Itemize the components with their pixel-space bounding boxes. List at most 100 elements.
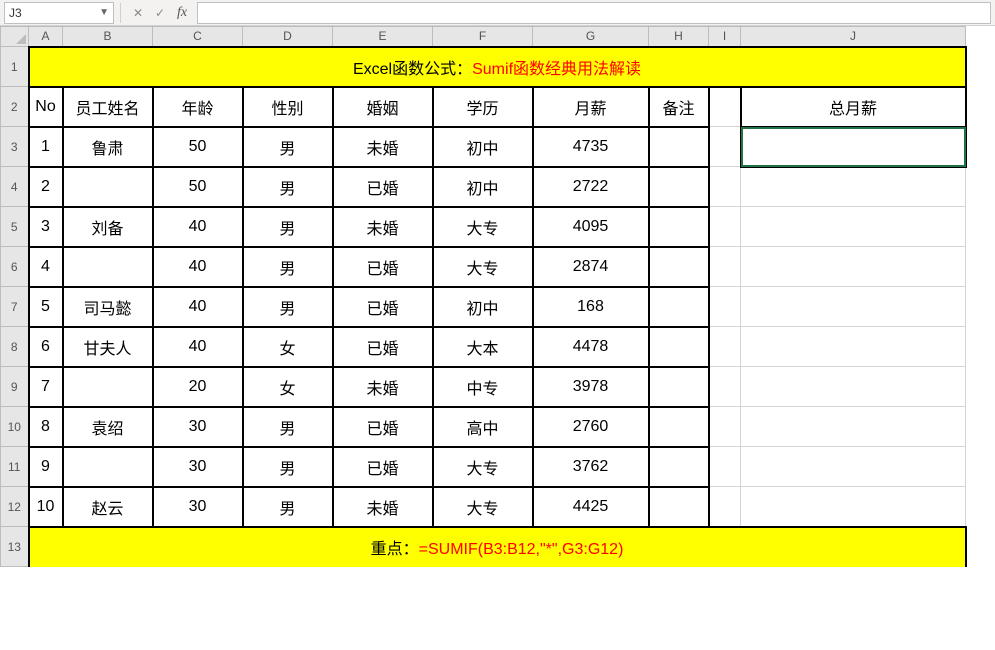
row-header-11[interactable]: 11 — [1, 447, 29, 487]
cell-age-6[interactable]: 40 — [153, 247, 243, 287]
row-header-5[interactable]: 5 — [1, 207, 29, 247]
col-header-D[interactable]: D — [243, 27, 333, 47]
cell-marital-11[interactable]: 已婚 — [333, 447, 433, 487]
cell-salary-8[interactable]: 4478 — [533, 327, 649, 367]
cell-name-3[interactable]: 鲁肃 — [63, 127, 153, 167]
cancel-formula-button[interactable]: ✕ — [127, 2, 149, 24]
cell-I4[interactable] — [709, 167, 741, 207]
row-header-13[interactable]: 13 — [1, 527, 29, 567]
row-header-1[interactable]: 1 — [1, 47, 29, 87]
cell-salary-9[interactable]: 3978 — [533, 367, 649, 407]
cell-salary-11[interactable]: 3762 — [533, 447, 649, 487]
cell-I11[interactable] — [709, 447, 741, 487]
cell-name-10[interactable]: 袁绍 — [63, 407, 153, 447]
col-header-B[interactable]: B — [63, 27, 153, 47]
cell-age-11[interactable]: 30 — [153, 447, 243, 487]
formula-input[interactable] — [197, 2, 991, 24]
cell-note-5[interactable] — [649, 207, 709, 247]
cell-marital-10[interactable]: 已婚 — [333, 407, 433, 447]
cell-age-12[interactable]: 30 — [153, 487, 243, 527]
cell-I3[interactable] — [709, 127, 741, 167]
cell-salary-7[interactable]: 168 — [533, 287, 649, 327]
hdr-note[interactable]: 备注 — [649, 87, 709, 127]
cell-edu-6[interactable]: 大专 — [433, 247, 533, 287]
cell-gender-9[interactable]: 女 — [243, 367, 333, 407]
row-header-2[interactable]: 2 — [1, 87, 29, 127]
cell-marital-12[interactable]: 未婚 — [333, 487, 433, 527]
cell-name-7[interactable]: 司马懿 — [63, 287, 153, 327]
cell-note-9[interactable] — [649, 367, 709, 407]
cell-salary-4[interactable]: 2722 — [533, 167, 649, 207]
cell-J6[interactable] — [741, 247, 966, 287]
cell-edu-11[interactable]: 大专 — [433, 447, 533, 487]
cell-J5[interactable] — [741, 207, 966, 247]
cell-no-12[interactable]: 10 — [29, 487, 63, 527]
cell-J11[interactable] — [741, 447, 966, 487]
cell-I10[interactable] — [709, 407, 741, 447]
row-header-6[interactable]: 6 — [1, 247, 29, 287]
cell-name-11[interactable] — [63, 447, 153, 487]
cell-name-4[interactable] — [63, 167, 153, 207]
cell-marital-7[interactable]: 已婚 — [333, 287, 433, 327]
row-header-8[interactable]: 8 — [1, 327, 29, 367]
cell-marital-8[interactable]: 已婚 — [333, 327, 433, 367]
cell-edu-7[interactable]: 初中 — [433, 287, 533, 327]
hdr-marital[interactable]: 婚姻 — [333, 87, 433, 127]
cell-age-3[interactable]: 50 — [153, 127, 243, 167]
cell-marital-9[interactable]: 未婚 — [333, 367, 433, 407]
cell-no-11[interactable]: 9 — [29, 447, 63, 487]
row-header-4[interactable]: 4 — [1, 167, 29, 207]
cell-salary-12[interactable]: 4425 — [533, 487, 649, 527]
cell-marital-6[interactable]: 已婚 — [333, 247, 433, 287]
row-header-3[interactable]: 3 — [1, 127, 29, 167]
cell-I7[interactable] — [709, 287, 741, 327]
cell-J9[interactable] — [741, 367, 966, 407]
cell-J8[interactable] — [741, 327, 966, 367]
cell-note-4[interactable] — [649, 167, 709, 207]
cell-marital-5[interactable]: 未婚 — [333, 207, 433, 247]
cell-age-5[interactable]: 40 — [153, 207, 243, 247]
cell-no-9[interactable]: 7 — [29, 367, 63, 407]
col-header-G[interactable]: G — [533, 27, 649, 47]
cell-age-10[interactable]: 30 — [153, 407, 243, 447]
cell-note-7[interactable] — [649, 287, 709, 327]
cell-gender-5[interactable]: 男 — [243, 207, 333, 247]
cell-no-8[interactable]: 6 — [29, 327, 63, 367]
cell-gender-6[interactable]: 男 — [243, 247, 333, 287]
cell-gender-11[interactable]: 男 — [243, 447, 333, 487]
cell-salary-3[interactable]: 4735 — [533, 127, 649, 167]
cell-I8[interactable] — [709, 327, 741, 367]
cell-gender-10[interactable]: 男 — [243, 407, 333, 447]
cell-note-11[interactable] — [649, 447, 709, 487]
cell-no-5[interactable]: 3 — [29, 207, 63, 247]
cell-marital-3[interactable]: 未婚 — [333, 127, 433, 167]
cell-age-8[interactable]: 40 — [153, 327, 243, 367]
cell-note-6[interactable] — [649, 247, 709, 287]
cell-no-4[interactable]: 2 — [29, 167, 63, 207]
insert-function-button[interactable]: fx — [171, 2, 193, 24]
cell-J4[interactable] — [741, 167, 966, 207]
cell-note-12[interactable] — [649, 487, 709, 527]
hdr-no[interactable]: No — [29, 87, 63, 127]
name-box[interactable]: J3 ▼ — [4, 2, 114, 24]
row-header-7[interactable]: 7 — [1, 287, 29, 327]
cell-edu-10[interactable]: 高中 — [433, 407, 533, 447]
cell-age-4[interactable]: 50 — [153, 167, 243, 207]
cell-edu-8[interactable]: 大本 — [433, 327, 533, 367]
cell-I6[interactable] — [709, 247, 741, 287]
cell-name-9[interactable] — [63, 367, 153, 407]
footer-cell[interactable]: 重点：=SUMIF(B3:B12,"*",G3:G12) — [29, 527, 966, 567]
cell-no-3[interactable]: 1 — [29, 127, 63, 167]
cell-I12[interactable] — [709, 487, 741, 527]
cell-name-6[interactable] — [63, 247, 153, 287]
cell-name-5[interactable]: 刘备 — [63, 207, 153, 247]
cell-no-10[interactable]: 8 — [29, 407, 63, 447]
confirm-formula-button[interactable]: ✓ — [149, 2, 171, 24]
cell-I9[interactable] — [709, 367, 741, 407]
hdr-age[interactable]: 年龄 — [153, 87, 243, 127]
cell-no-6[interactable]: 4 — [29, 247, 63, 287]
title-cell[interactable]: Excel函数公式：Sumif函数经典用法解读 — [29, 47, 966, 87]
cell-salary-10[interactable]: 2760 — [533, 407, 649, 447]
col-header-A[interactable]: A — [29, 27, 63, 47]
hdr-edu[interactable]: 学历 — [433, 87, 533, 127]
